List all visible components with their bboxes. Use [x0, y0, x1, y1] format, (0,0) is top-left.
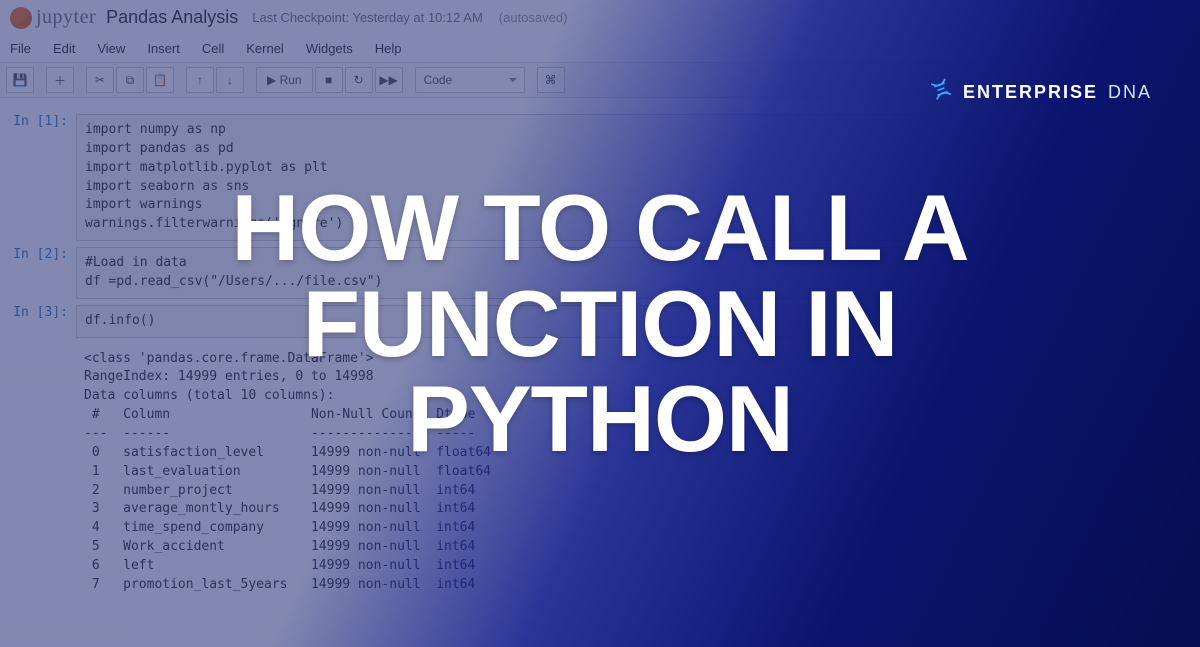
brand-strong: ENTERPRISE [963, 82, 1098, 103]
headline-text: HOW TO CALL A FUNCTION IN PYTHON [231, 180, 968, 468]
brand-thin: DNA [1108, 82, 1152, 103]
brand-logo: ENTERPRISE DNA [931, 78, 1152, 106]
title-overlay: ENTERPRISE DNA HOW TO CALL A FUNCTION IN… [0, 0, 1200, 647]
dna-icon [927, 75, 957, 109]
